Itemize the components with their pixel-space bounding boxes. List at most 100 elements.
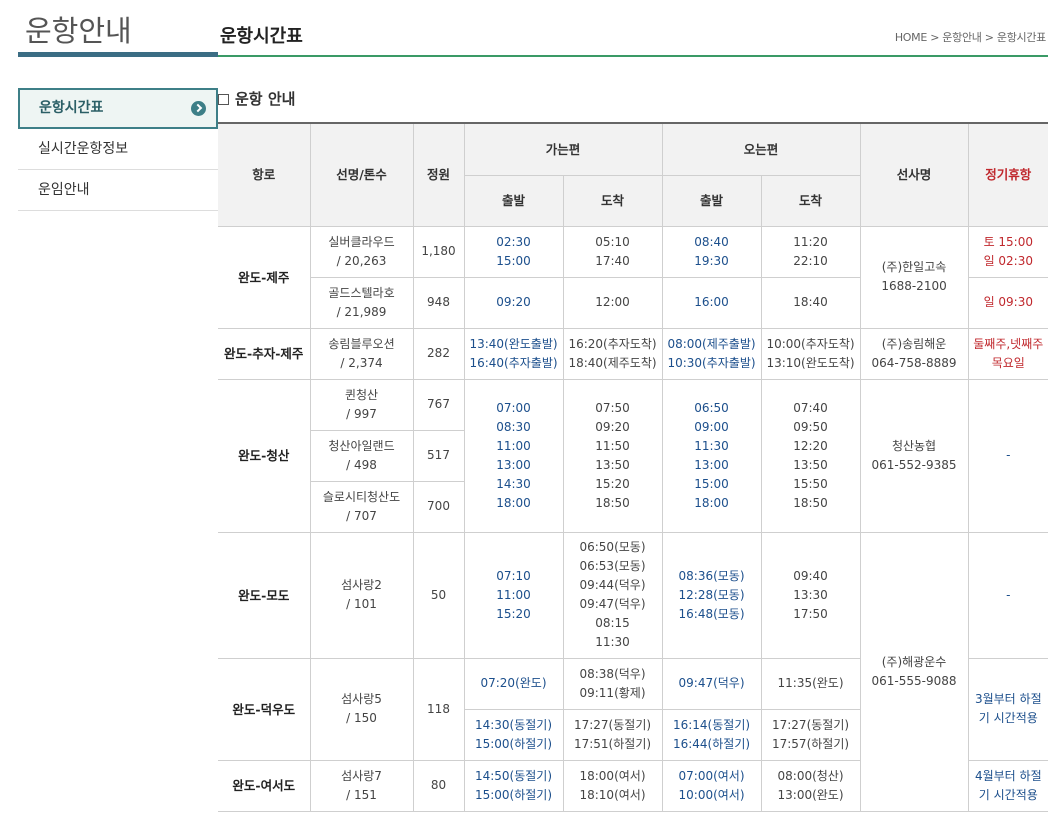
header-route: 항로 <box>218 122 311 227</box>
company-cell: 청산농협 061-552-9385 <box>859 378 969 533</box>
time: 13:00 <box>694 457 729 472</box>
capacity-cell: 1,180 <box>412 225 465 278</box>
time: 17:57(하절기) <box>771 736 850 751</box>
time: 17:50 <box>793 606 828 621</box>
holiday-cell: 3월부터 하절 기 시간적용 <box>967 657 1049 761</box>
ship-tonnage: / 498 <box>346 457 377 472</box>
time: 15:20 <box>496 606 531 621</box>
table-row: 완도-모도 섬사랑2 / 101 50 07:10 11:00 15:20 06:50… <box>218 531 1049 812</box>
time: 11:30 <box>595 635 630 649</box>
time: 17:40 <box>595 253 630 268</box>
capacity-cell: 948 <box>412 276 465 329</box>
time: 15:20 <box>595 476 630 491</box>
capacity-cell: 282 <box>412 327 465 380</box>
in-arrive-cell: 09:40 13:30 17:50 <box>760 531 861 659</box>
time: 07:40 <box>793 400 828 415</box>
time: 16:44(하절기) <box>672 736 751 751</box>
time: 07:10 <box>496 568 531 583</box>
time: 16:14(동절기) <box>672 717 751 732</box>
time: 17:27(동절기) <box>771 717 850 732</box>
breadcrumb: HOME > 운항안내 > 운항시간표 <box>894 31 1046 44</box>
time: 12:28(모동) <box>678 587 745 602</box>
ship-name: 송림블루오션 <box>328 336 395 351</box>
sidebar-item-label: 운항시간표 <box>39 100 104 116</box>
ship-tonnage: / 101 <box>346 597 377 611</box>
header-capacity: 정원 <box>412 122 465 227</box>
header-ship: 선명/톤수 <box>309 122 414 227</box>
in-depart-cell: 08:00(제주출발) 10:30(추자출발) <box>661 327 762 380</box>
time: 15:00 <box>496 253 531 268</box>
out-depart-cell: 07:20(완도) <box>463 657 564 710</box>
time: 11:30 <box>694 438 729 453</box>
time: 17:27(동절기) <box>573 717 652 732</box>
in-depart-cell: 16:00 <box>661 276 762 329</box>
header-in-arrive: 도착 <box>760 174 861 227</box>
time: 10:00(여서) <box>678 787 745 802</box>
holiday-text: 일 02:30 <box>983 253 1033 268</box>
holiday-cell: 둘째주,넷째주 목요일 <box>967 327 1049 380</box>
time: 09:20 <box>595 419 630 434</box>
time: 14:30 <box>496 476 531 491</box>
holiday-text: 기 시간적용 <box>978 787 1038 802</box>
time: 08:00(청산) <box>777 768 844 783</box>
sidebar-item-fare[interactable]: 운임안내 <box>18 170 218 211</box>
ship-name: 섬사랑2 <box>341 578 382 592</box>
company-name: (주)한일고속 <box>881 260 947 274</box>
ship-tonnage: / 707 <box>346 508 377 523</box>
out-depart-cell: 07:00 08:30 11:00 13:00 14:30 18:00 <box>463 378 564 533</box>
holiday-cell: 일 09:30 <box>967 276 1049 329</box>
sidebar-item-schedule[interactable]: 운항시간표 <box>18 88 218 129</box>
header-out-arrive: 도착 <box>562 174 663 227</box>
holiday-text: 토 15:00 <box>983 234 1033 249</box>
out-arrive-cell: 05:10 17:40 <box>562 225 663 278</box>
time: 15:00(하절기) <box>474 736 553 751</box>
ship-tonnage: / 997 <box>346 406 377 421</box>
time: 14:50(동절기) <box>474 768 553 783</box>
section-title-text: 운항 안내 <box>235 90 296 108</box>
table-row: 완도-청산 퀸청산 / 997 767 07:00 08:30 11:00 13:00 1… <box>218 378 1049 533</box>
in-arrive-cell: 18:40 <box>760 276 861 329</box>
holiday-cell: 4월부터 하절 기 시간적용 <box>967 759 1049 812</box>
company-cell: (주)해광운수 061-555-9088 <box>859 531 969 812</box>
time: 13:00 <box>496 457 531 472</box>
in-arrive-cell: 07:40 09:50 12:20 13:50 15:50 18:50 <box>760 378 861 533</box>
header-outbound: 가는편 <box>463 122 663 176</box>
time: 09:40 <box>793 568 828 583</box>
company-name: 청산농협 <box>891 438 937 453</box>
time: 13:50 <box>793 457 828 472</box>
header-in-depart: 출발 <box>661 174 762 227</box>
capacity-cell: 517 <box>412 429 464 482</box>
company-name: (주)송림해운 <box>881 336 947 351</box>
time: 13:40(완도출발) <box>469 336 558 351</box>
out-arrive-cell: 08:38(덕우) 09:11(황제) <box>562 657 663 710</box>
time: 09:44(덕우) <box>579 578 646 592</box>
time: 09:47(덕우) <box>579 597 646 611</box>
chevron-right-icon <box>191 101 206 116</box>
in-depart-cell: 06:50 09:00 11:30 13:00 15:00 18:00 <box>661 378 762 533</box>
ship-cell: 퀸청산 / 997 <box>309 378 414 431</box>
time: 15:50 <box>793 476 828 491</box>
time: 18:40(제주도착) <box>568 355 657 370</box>
time: 22:10 <box>793 253 828 268</box>
time: 06:50 <box>694 400 729 415</box>
section-heading: 운항안내 <box>25 14 132 48</box>
in-depart-cell: 08:36(모동) 12:28(모동) 16:48(모동) <box>661 531 762 659</box>
time: 08:15 <box>595 616 630 630</box>
capacity-cell: 700 <box>412 480 464 533</box>
sidebar-item-realtime[interactable]: 실시간운항정보 <box>18 129 218 170</box>
out-arrive-cell: 18:00(여서) 18:10(여서) <box>562 759 663 812</box>
time: 09:00 <box>694 419 729 434</box>
time: 02:30 <box>496 234 531 249</box>
in-arrive-cell: 11:20 22:10 <box>760 225 861 278</box>
ship-name: 골드스텔라호 <box>328 285 395 300</box>
holiday-cell: - <box>967 531 1049 659</box>
time: 15:00(하절기) <box>474 787 553 802</box>
out-depart-cell: 07:10 11:00 15:20 <box>463 531 564 659</box>
capacity-cell: 80 <box>412 759 465 812</box>
out-arrive-cell: 16:20(추자도착) 18:40(제주도착) <box>562 327 663 380</box>
ship-tonnage: / 150 <box>346 711 377 725</box>
time: 18:00 <box>694 495 729 510</box>
in-depart-cell: 16:14(동절기) 16:44(하절기) <box>661 708 762 761</box>
ship-cell: 골드스텔라호 / 21,989 <box>310 276 414 329</box>
sidebar-nav: 운항시간표 실시간운항정보 운임안내 <box>18 88 218 211</box>
